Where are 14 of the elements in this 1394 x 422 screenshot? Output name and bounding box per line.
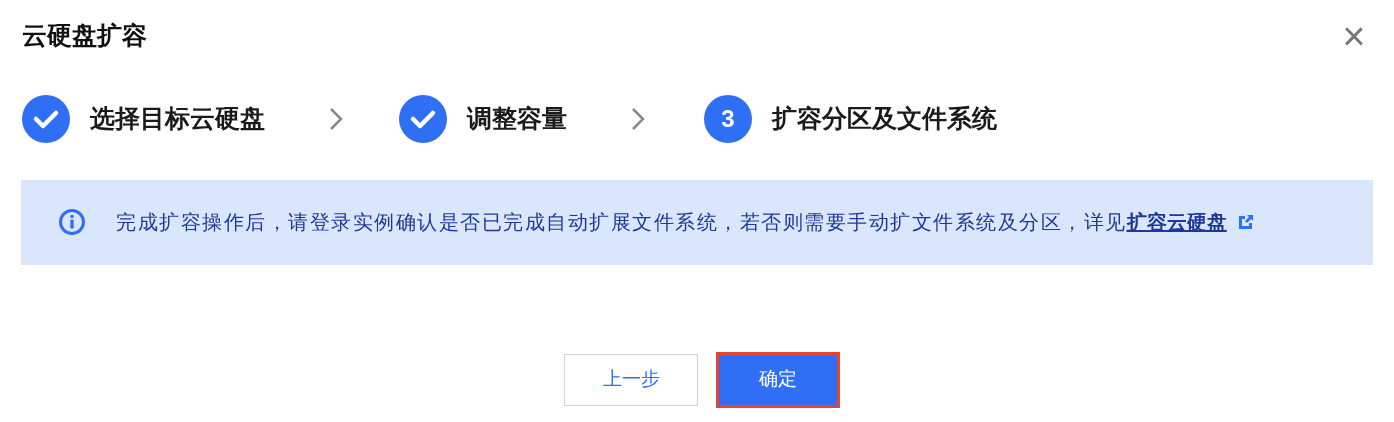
notice-text: 完成扩容操作后，请登录实例确认是否已完成自动扩展文件系统，若否则需要手动扩文件系统及分区，详见 — [116, 210, 1127, 235]
chevron-right-icon — [329, 106, 343, 131]
dialog-title: 云硬盘扩容 — [22, 20, 147, 51]
previous-button[interactable]: 上一步 — [564, 353, 698, 406]
info-icon — [58, 208, 86, 236]
step-number: 3 — [704, 94, 752, 143]
confirm-button[interactable]: 确定 — [716, 351, 840, 408]
chevron-right-icon — [631, 106, 645, 131]
step-label: 调整容量 — [467, 102, 567, 134]
step-label: 扩容分区及文件系统 — [772, 102, 997, 134]
external-link-icon — [1236, 213, 1255, 231]
documentation-link[interactable]: 扩容云硬盘 — [1126, 207, 1227, 237]
close-button[interactable]: × — [1336, 17, 1372, 54]
step-label: 选择目标云硬盘 — [90, 102, 265, 134]
